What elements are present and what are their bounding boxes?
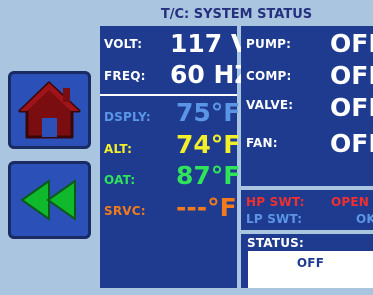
- valve-label: VALVE:: [246, 98, 294, 112]
- fan-label: FAN:: [246, 136, 278, 150]
- status-value: OFF: [296, 256, 325, 270]
- fan-value: OFF: [330, 129, 373, 158]
- dsply-label: DSPLY:: [104, 110, 151, 124]
- rewind-icon: [20, 179, 76, 221]
- pump-value: OFF: [330, 29, 373, 58]
- srvc-label: SRVC:: [104, 204, 146, 218]
- freq-label: FREQ:: [104, 69, 146, 83]
- page-title: T/C: SYSTEM STATUS: [100, 5, 373, 25]
- alt-label: ALT:: [104, 142, 133, 156]
- volt-label: VOLT:: [104, 37, 143, 51]
- screen: T/C: SYSTEM STATUS VOLT: 117 V FREQ: 60 …: [0, 0, 373, 295]
- alt-value: 74°F: [176, 130, 241, 159]
- comp-value: OFF: [330, 61, 373, 90]
- oat-value: 87°F: [176, 161, 241, 190]
- back-button[interactable]: [8, 161, 91, 239]
- hp-switch-label: HP SWT:: [246, 195, 305, 209]
- status-label: STATUS:: [247, 236, 305, 250]
- lp-switch-value: OK: [356, 212, 373, 226]
- home-icon: [18, 81, 81, 139]
- oat-label: OAT:: [104, 173, 136, 187]
- valve-value: OFF: [330, 93, 373, 122]
- home-button[interactable]: [8, 71, 91, 149]
- lp-switch-label: LP SWT:: [246, 212, 303, 226]
- hp-switch-value: OPEN: [331, 195, 370, 209]
- pump-label: PUMP:: [246, 37, 292, 51]
- srvc-value: ---°F: [176, 193, 237, 222]
- status-box: OFF: [248, 251, 373, 288]
- divider: [100, 94, 237, 96]
- dsply-value: 75°F: [176, 98, 241, 127]
- comp-label: COMP:: [246, 69, 292, 83]
- volt-value: 117 V: [170, 29, 251, 58]
